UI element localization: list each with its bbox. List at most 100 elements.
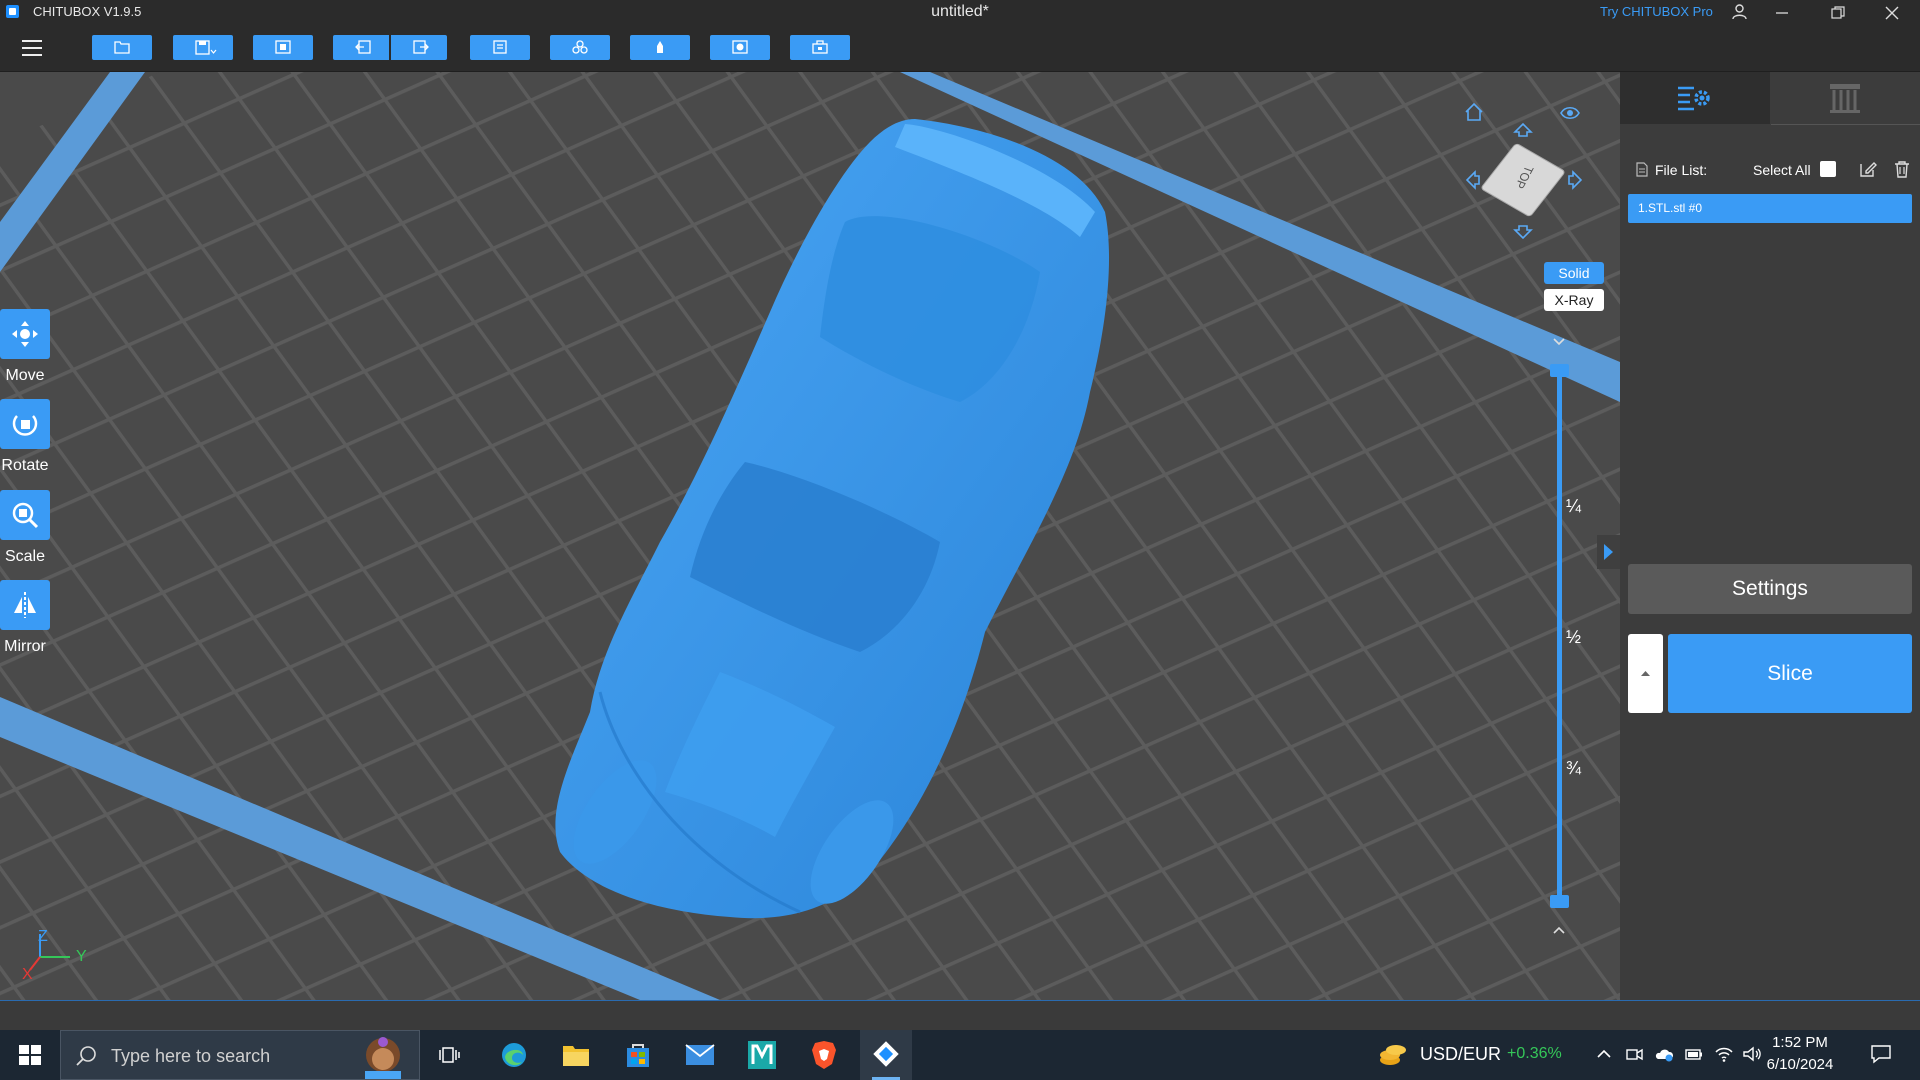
- user-icon[interactable]: [1731, 3, 1748, 20]
- redo-button[interactable]: [391, 35, 447, 60]
- home-view-icon[interactable]: [1463, 101, 1485, 123]
- taskbar-file-explorer[interactable]: [550, 1030, 602, 1080]
- onedrive-cloud-icon[interactable]: [1654, 1044, 1674, 1064]
- task-view-button[interactable]: [424, 1030, 476, 1080]
- battery-icon[interactable]: [1684, 1044, 1704, 1064]
- restore-icon: [1831, 6, 1845, 19]
- currency-change-label[interactable]: +0.36%: [1507, 1045, 1562, 1063]
- layer-slider-bottom-handle[interactable]: [1550, 895, 1569, 908]
- solid-mode-button[interactable]: Solid: [1544, 262, 1604, 284]
- taskbar-store[interactable]: [612, 1030, 664, 1080]
- taskbar-brave[interactable]: [798, 1030, 850, 1080]
- axis-y-label: Y: [76, 948, 87, 965]
- move-tool-button[interactable]: Move: [0, 309, 50, 397]
- move-tool-label: Move: [5, 367, 45, 384]
- layer-slider-top-handle[interactable]: [1550, 364, 1569, 377]
- 3d-viewport[interactable]: Z Y X: [0, 72, 1620, 1000]
- search-highlight-illustration-icon: [365, 1037, 401, 1079]
- taskbar-chitubox[interactable]: [860, 1030, 912, 1080]
- chevron-up-icon[interactable]: [1551, 924, 1567, 936]
- file-list-item[interactable]: 1.STL.stl #0: [1628, 194, 1912, 223]
- edge-browser-icon: [502, 1043, 526, 1067]
- drain-hole-button[interactable]: [710, 35, 770, 60]
- view-right-arrow-icon[interactable]: [1565, 169, 1587, 191]
- machine-button[interactable]: [790, 35, 850, 60]
- file-name: 1.STL.stl #0: [1638, 201, 1703, 215]
- view-cube-label: TOP: [1511, 164, 1537, 191]
- save-button[interactable]: [173, 35, 233, 60]
- clock-date[interactable]: 6/10/2024: [1760, 1056, 1840, 1073]
- document-icon: [1636, 162, 1648, 177]
- meet-now-icon[interactable]: [1624, 1044, 1644, 1064]
- scale-tool-button[interactable]: Scale: [0, 490, 50, 578]
- view-left-arrow-icon[interactable]: [1461, 169, 1483, 191]
- taskbar-mail[interactable]: [674, 1030, 726, 1080]
- clock-time[interactable]: 1:52 PM: [1760, 1034, 1840, 1051]
- supports-pillars-icon: [1830, 84, 1860, 113]
- taskbar-edge[interactable]: [488, 1030, 540, 1080]
- close-button[interactable]: [1864, 0, 1920, 25]
- title-bar: CHITUBOX V1.9.5 untitled* Try CHITUBOX P…: [0, 0, 1920, 25]
- task-view-icon: [439, 1047, 460, 1063]
- axis-z-label: Z: [38, 928, 48, 945]
- rotate-tool-button[interactable]: Rotate: [0, 399, 50, 487]
- support-button[interactable]: [630, 35, 690, 60]
- eye-icon[interactable]: [1559, 102, 1581, 124]
- status-bar: [0, 1000, 1920, 1031]
- copy-models-icon: [572, 40, 588, 54]
- tab-model-settings[interactable]: [1620, 72, 1770, 124]
- layer-mark-half: ½: [1566, 627, 1582, 647]
- select-all-label: Select All: [1753, 162, 1811, 178]
- layer-slider-track[interactable]: [1557, 370, 1562, 900]
- edit-icon[interactable]: [1859, 160, 1877, 178]
- minimize-button[interactable]: [1754, 0, 1810, 25]
- chitubox-app-icon: [873, 1041, 899, 1067]
- xray-mode-button[interactable]: X-Ray: [1544, 289, 1604, 311]
- play-right-icon: [1604, 544, 1613, 560]
- taskbar-search-box[interactable]: Type here to search: [60, 1030, 420, 1080]
- search-icon: [76, 1046, 96, 1066]
- open-file-button[interactable]: [92, 35, 152, 60]
- scale-tool-label: Scale: [4, 548, 46, 565]
- redo-icon: [413, 40, 429, 54]
- volume-icon[interactable]: [1742, 1044, 1762, 1064]
- hamburger-menu-icon[interactable]: [20, 37, 44, 59]
- maya-m-icon: [748, 1041, 776, 1069]
- slice-button[interactable]: Slice: [1668, 634, 1912, 713]
- file-list-label: File List:: [1655, 162, 1708, 178]
- multi-copy-button[interactable]: [550, 35, 610, 60]
- show-hidden-icons-chevron-icon[interactable]: [1594, 1044, 1614, 1064]
- mail-icon: [685, 1044, 715, 1065]
- start-button[interactable]: [0, 1030, 60, 1080]
- taskbar-maya[interactable]: [736, 1030, 788, 1080]
- scale-icon: [12, 502, 39, 529]
- panel-collapse-toggle[interactable]: [1597, 535, 1620, 569]
- move-icon: [12, 321, 38, 347]
- auto-layout-button[interactable]: [253, 35, 313, 60]
- wifi-icon[interactable]: [1714, 1044, 1734, 1064]
- folder-icon: [563, 1046, 589, 1066]
- select-all-checkbox[interactable]: [1820, 161, 1836, 177]
- try-pro-link[interactable]: Try CHITUBOX Pro: [1600, 4, 1713, 19]
- rotate-tool-label: Rotate: [1, 457, 49, 474]
- build-plate-scene[interactable]: [0, 72, 1620, 1000]
- windows-logo-icon: [19, 1045, 41, 1065]
- chevron-down-icon[interactable]: [1551, 336, 1567, 348]
- hollow-button[interactable]: [470, 35, 530, 60]
- search-placeholder: Type here to search: [111, 1046, 271, 1066]
- hollow-icon: [493, 40, 507, 54]
- mirror-tool-button[interactable]: Mirror: [0, 580, 50, 668]
- printer-icon: [812, 40, 828, 54]
- currency-pair-label[interactable]: USD/EUR: [1420, 1044, 1501, 1065]
- restore-button[interactable]: [1810, 0, 1866, 25]
- tab-supports[interactable]: [1771, 72, 1920, 125]
- undo-button[interactable]: [333, 35, 389, 60]
- trash-icon[interactable]: [1893, 160, 1911, 178]
- slice-options-toggle[interactable]: [1628, 634, 1663, 713]
- layer-mark-three-quarter: ¾: [1566, 758, 1582, 778]
- notification-center-icon[interactable]: [1870, 1043, 1892, 1065]
- caret-up-icon: [1641, 671, 1650, 676]
- view-up-arrow-icon[interactable]: [1512, 118, 1534, 140]
- settings-button[interactable]: Settings: [1628, 564, 1912, 614]
- view-down-arrow-icon[interactable]: [1512, 222, 1534, 244]
